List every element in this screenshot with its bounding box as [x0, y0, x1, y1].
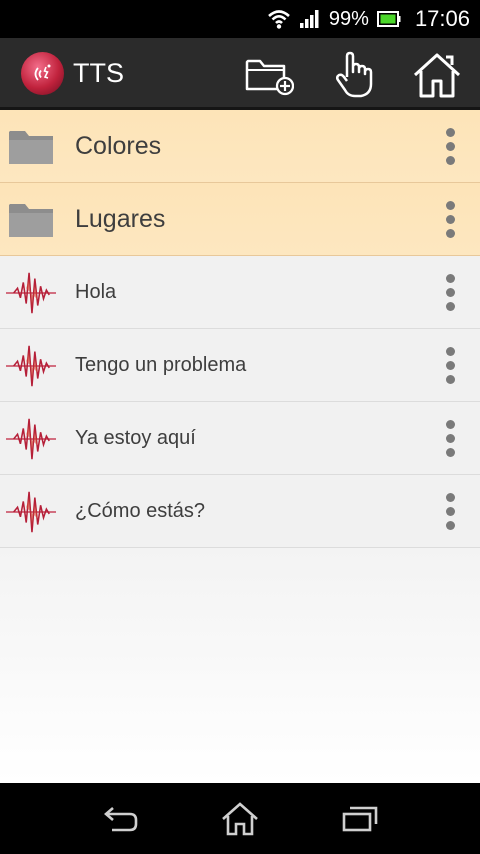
navigation-bar — [0, 783, 480, 854]
overflow-menu-icon[interactable] — [438, 274, 462, 311]
waveform-icon — [6, 475, 56, 548]
battery-icon — [376, 10, 401, 28]
recent-apps-button[interactable] — [330, 795, 390, 843]
folder-row[interactable]: Lugares — [0, 183, 480, 256]
waveform-icon — [6, 402, 56, 475]
phrase-label: Hola — [75, 280, 117, 303]
overflow-menu-icon[interactable] — [438, 347, 462, 384]
battery-percent: 99% — [328, 7, 369, 30]
add-folder-button[interactable] — [242, 48, 296, 102]
home-icon — [222, 802, 258, 836]
home-icon — [413, 53, 461, 98]
clock: 17:06 — [414, 6, 470, 31]
empty-list-area — [0, 548, 480, 783]
overflow-menu-icon[interactable] — [438, 493, 462, 530]
phrase-row[interactable]: Hola — [0, 256, 480, 329]
phrase-label: ¿Cómo estás? — [75, 499, 206, 522]
folder-icon — [6, 183, 56, 256]
waveform-icon — [6, 329, 56, 402]
phrase-label: Tengo un problema — [75, 353, 247, 376]
nav-home-button[interactable] — [210, 795, 270, 843]
overflow-menu-icon[interactable] — [438, 420, 462, 457]
action-bar: TTS — [0, 38, 480, 110]
app-title: TTS — [73, 58, 124, 88]
home-button[interactable] — [410, 48, 464, 102]
overflow-menu-icon[interactable] — [438, 128, 462, 165]
folder-row[interactable]: Colores — [0, 110, 480, 183]
waveform-icon — [6, 256, 56, 329]
status-bar: 99% 17:06 — [0, 0, 480, 38]
app-logo-icon[interactable] — [21, 52, 64, 95]
phrase-row[interactable]: Tengo un problema — [0, 329, 480, 402]
phrase-row[interactable]: Ya estoy aquí — [0, 402, 480, 475]
folder-label: Lugares — [75, 204, 166, 233]
phrase-row[interactable]: ¿Cómo estás? — [0, 475, 480, 548]
signal-icon — [299, 9, 321, 29]
phrase-label: Ya estoy aquí — [75, 426, 196, 449]
recent-apps-icon — [342, 806, 378, 832]
hand-pointer-icon — [335, 51, 373, 98]
wifi-icon — [267, 8, 291, 30]
folder-label: Colores — [75, 131, 162, 160]
overflow-menu-icon[interactable] — [438, 201, 462, 238]
touch-mode-button[interactable] — [328, 48, 382, 102]
back-button[interactable] — [90, 795, 150, 843]
folder-icon — [6, 110, 56, 183]
item-list: Colores Lugares Hola Tengo un problema Y… — [0, 110, 480, 548]
add-folder-icon — [245, 59, 294, 96]
back-icon — [104, 807, 138, 832]
